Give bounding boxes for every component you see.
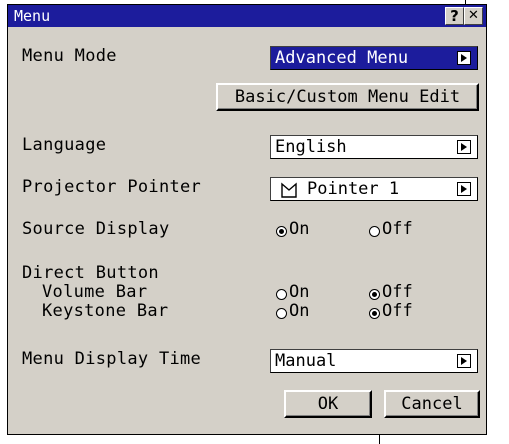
pointer-icon	[281, 182, 297, 198]
projector-pointer-value: Pointer 1	[307, 179, 400, 199]
source-display-off-label: Off	[382, 219, 413, 239]
projector-pointer-select[interactable]: Pointer 1	[270, 177, 478, 201]
language-select[interactable]: English	[270, 135, 478, 159]
language-value: English	[275, 137, 347, 157]
source-display-off-radio[interactable]	[369, 226, 380, 237]
volume-bar-on-label: On	[289, 282, 310, 302]
projector-pointer-label: Projector Pointer	[22, 177, 202, 197]
arrow-right-icon	[457, 51, 471, 65]
menu-dialog: Menu ? ✕ Menu Mode Advanced Menu Basic/C…	[7, 4, 487, 435]
cancel-button[interactable]: Cancel	[384, 390, 480, 418]
volume-bar-on-radio[interactable]	[276, 289, 287, 300]
keystone-bar-off-label: Off	[382, 301, 413, 321]
close-button[interactable]: ✕	[464, 7, 483, 25]
menu-mode-label: Menu Mode	[22, 46, 117, 66]
source-display-label: Source Display	[22, 219, 170, 239]
window-title: Menu	[14, 7, 51, 25]
source-display-on-label: On	[289, 219, 310, 239]
volume-bar-off-label: Off	[382, 282, 413, 302]
arrow-right-icon	[457, 140, 471, 154]
title-bar: Menu ? ✕	[8, 5, 486, 27]
keystone-bar-on-label: On	[289, 301, 310, 321]
volume-bar-off-radio[interactable]	[369, 289, 380, 300]
arrow-right-icon	[457, 354, 471, 368]
volume-bar-label: Volume Bar	[42, 282, 148, 302]
menu-display-time-select[interactable]: Manual	[270, 349, 478, 373]
menu-display-time-label: Menu Display Time	[22, 349, 202, 369]
language-label: Language	[22, 135, 107, 155]
help-button[interactable]: ?	[445, 7, 464, 25]
menu-mode-select[interactable]: Advanced Menu	[270, 46, 478, 70]
arrow-right-icon	[457, 182, 471, 196]
keystone-bar-off-radio[interactable]	[369, 308, 380, 319]
direct-button-label: Direct Button	[22, 263, 159, 283]
menu-display-time-value: Manual	[275, 351, 337, 371]
menu-mode-value: Advanced Menu	[275, 48, 409, 68]
ok-button[interactable]: OK	[284, 390, 372, 418]
source-display-on-radio[interactable]	[276, 226, 287, 237]
keystone-bar-on-radio[interactable]	[276, 308, 287, 319]
basic-custom-menu-edit-button[interactable]: Basic/Custom Menu Edit	[216, 83, 479, 111]
keystone-bar-label: Keystone Bar	[42, 301, 169, 321]
